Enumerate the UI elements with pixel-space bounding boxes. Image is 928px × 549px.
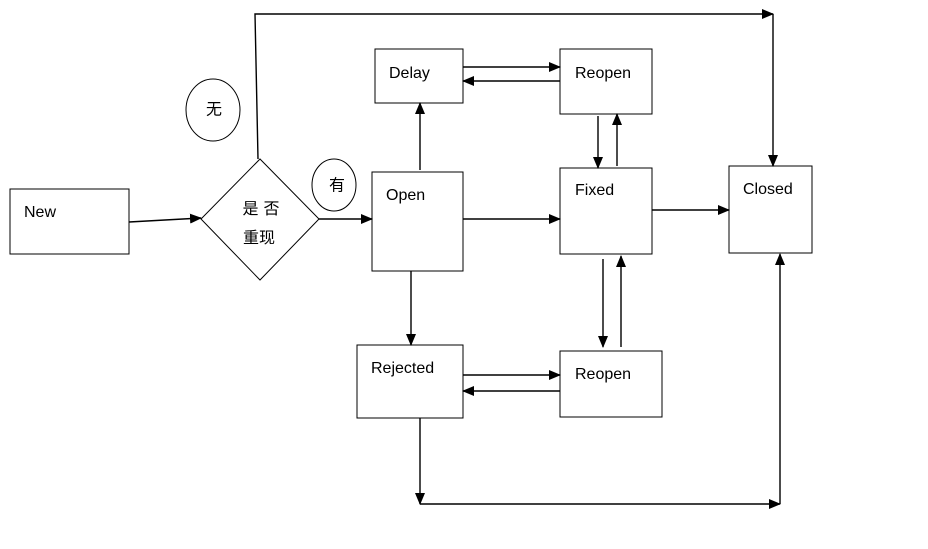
node-reopen-top: Reopen (559, 48, 653, 115)
edge-label-yes: 有 (311, 158, 357, 212)
node-reopen-bottom: Reopen (559, 350, 663, 418)
node-closed: Closed (728, 165, 813, 254)
decision-label-line2: 重现 (243, 228, 275, 247)
node-fixed: Fixed (559, 167, 653, 255)
bug-lifecycle-diagram: New 是 否 重现 无 有 Open Delay Reopen Fixed C… (9, 9, 813, 509)
edge-label-no: 无 (185, 78, 241, 142)
node-open: Open (371, 171, 464, 272)
node-reopen-top-label: Reopen (575, 65, 631, 82)
node-delay: Delay (374, 48, 464, 104)
decision-label-line1: 是 否 (242, 199, 279, 218)
node-new-label: New (24, 204, 56, 221)
edge-label-yes-text: 有 (329, 176, 345, 195)
node-new: New (9, 188, 130, 255)
node-reopen-bottom-label: Reopen (575, 366, 631, 383)
node-open-label: Open (386, 187, 425, 204)
node-delay-label: Delay (389, 65, 430, 82)
edge-decision-no-top (254, 9, 774, 160)
edge-label-no-text: 无 (206, 100, 222, 119)
node-rejected: Rejected (356, 344, 464, 419)
decision-reproducible: 是 否 重现 (200, 158, 320, 281)
edge-new-to-decision (128, 213, 202, 224)
node-closed-label: Closed (743, 181, 793, 198)
node-fixed-label: Fixed (575, 182, 614, 199)
node-rejected-label: Rejected (371, 360, 434, 377)
